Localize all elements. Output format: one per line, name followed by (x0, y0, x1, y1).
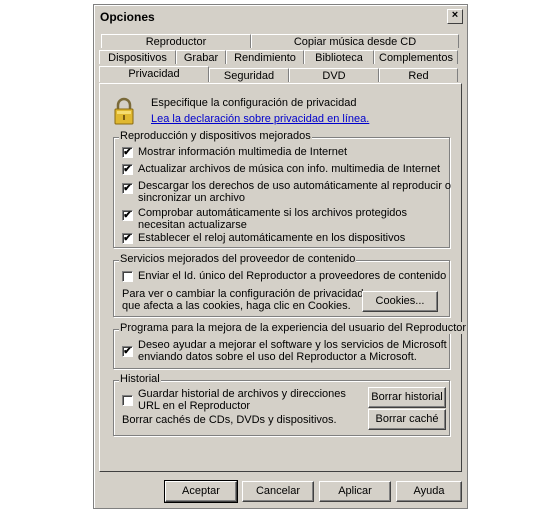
clear-history-button[interactable]: Borrar historial (368, 387, 446, 408)
checkbox-label: Mostrar información multimedia de Intern… (138, 146, 348, 158)
cancel-button[interactable]: Cancelar (242, 481, 314, 502)
tab-biblioteca[interactable]: Biblioteca (304, 50, 374, 64)
checkbox-label: Enviar el Id. único del Reproductor a pr… (138, 270, 447, 282)
cookies-button[interactable]: Cookies... (362, 291, 438, 312)
checkbox-label: Deseo ayudar a mejorar el software y los… (138, 339, 447, 351)
download-rights-checkbox[interactable]: ✔ (122, 183, 133, 194)
group-title: Servicios mejorados del proveedor de con… (119, 253, 357, 265)
window-title: Opciones (100, 10, 155, 24)
ok-button[interactable]: Aceptar (164, 480, 238, 503)
tab-privacidad[interactable]: Privacidad (99, 66, 209, 82)
tab-dispositivos[interactable]: Dispositivos (99, 50, 176, 64)
tab-red[interactable]: Red (379, 68, 458, 82)
clear-cache-button[interactable]: Borrar caché (368, 409, 446, 430)
options-dialog: Opciones × Reproductor Copiar música des… (93, 4, 468, 509)
tab-seguridad[interactable]: Seguridad (209, 68, 289, 82)
checkbox-label: Establecer el reloj automáticamente en l… (138, 232, 406, 244)
update-music-files-checkbox[interactable]: ✔ (122, 164, 133, 175)
check-protected-files-checkbox[interactable]: ✔ (122, 210, 133, 221)
cookies-info-text: Para ver o cambiar la configuración de p… (122, 288, 364, 300)
ceip-group: Programa para la mejora de la experienci… (113, 322, 468, 369)
help-improve-checkbox[interactable]: ✔ (122, 346, 133, 357)
send-player-id-checkbox[interactable] (122, 271, 133, 282)
privacy-panel: Especifique la configuración de privacid… (99, 83, 468, 472)
checkbox-label: Descargar los derechos de uso automática… (138, 180, 452, 192)
title-bar[interactable]: Opciones × (96, 7, 465, 26)
apply-button[interactable]: Aplicar (319, 481, 391, 502)
tab-complementos[interactable]: Complementos (374, 50, 458, 64)
show-media-info-checkbox[interactable]: ✔ (122, 147, 133, 158)
tab-grabar[interactable]: Grabar (176, 50, 226, 64)
history-group: Historial Guardar historial de archivos … (113, 373, 450, 436)
checkbox-label-line2: sincronizar un archivo (138, 192, 245, 204)
privacy-statement-link[interactable]: Lea la declaración sobre privacidad en l… (151, 113, 369, 125)
clear-caches-text: Borrar cachés de CDs, DVDs y dispositivo… (122, 414, 337, 426)
checkbox-label: Comprobar automáticamente si los archivo… (138, 207, 408, 219)
set-device-clock-checkbox[interactable]: ✔ (122, 233, 133, 244)
tab-dvd[interactable]: DVD (289, 68, 379, 82)
checkbox-label: Guardar historial de archivos y direccio… (138, 388, 346, 400)
privacy-heading: Especifique la configuración de privacid… (151, 97, 357, 109)
checkbox-label-line2: necesitan actualizarse (138, 219, 247, 231)
tab-reproductor[interactable]: Reproductor (101, 34, 251, 48)
checkbox-label: Actualizar archivos de música con info. … (138, 163, 441, 175)
cookies-info-text-2: que afecta a las cookies, haga clic en C… (122, 300, 351, 312)
save-history-checkbox[interactable] (122, 395, 133, 406)
group-title: Historial (119, 373, 161, 385)
close-icon[interactable]: × (447, 9, 463, 24)
lock-icon (114, 97, 134, 125)
tab-copiar-musica[interactable]: Copiar música desde CD (251, 34, 459, 48)
checkbox-label-line2: URL en el Reproductor (138, 400, 251, 412)
help-button[interactable]: Ayuda (396, 481, 462, 502)
checkbox-label-line2: enviando datos sobre el uso del Reproduc… (138, 351, 417, 363)
tab-rendimiento[interactable]: Rendimiento (226, 50, 304, 64)
group-title: Programa para la mejora de la experienci… (119, 322, 468, 334)
playback-group: Reproducción y dispositivos mejorados ✔ … (113, 130, 452, 248)
provider-group: Servicios mejorados del proveedor de con… (113, 253, 450, 317)
group-title: Reproducción y dispositivos mejorados (119, 130, 312, 142)
